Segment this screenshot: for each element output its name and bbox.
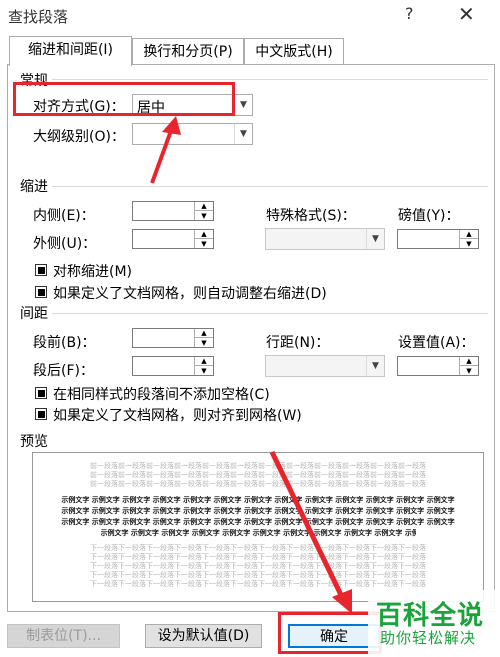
annotation-arrow-up xyxy=(150,116,181,184)
annotation-arrow-down xyxy=(269,450,352,614)
watermark-subtitle: 助你轻松解决 xyxy=(380,629,477,647)
annotation-highlight-ok xyxy=(278,612,382,654)
annotation-arrows xyxy=(150,116,352,614)
tab-indent-spacing[interactable]: 缩进和间距(I) xyxy=(9,36,132,66)
set-default-button[interactable]: 设为默认值(D) xyxy=(145,624,262,648)
tabs-button[interactable]: 制表位(T)... xyxy=(7,624,120,648)
